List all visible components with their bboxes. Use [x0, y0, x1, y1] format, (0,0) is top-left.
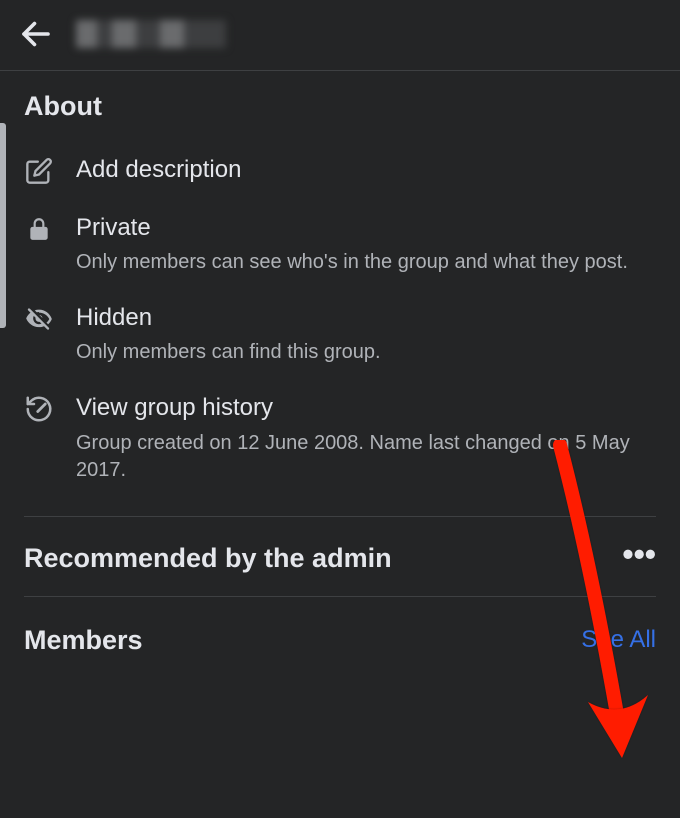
members-section: Members See All — [24, 596, 656, 678]
privacy-label: Private — [76, 212, 656, 243]
visibility-label: Hidden — [76, 302, 656, 333]
back-arrow-button[interactable] — [18, 16, 54, 52]
eye-slash-icon — [24, 304, 54, 334]
history-label: View group history — [76, 392, 656, 423]
group-title-redacted — [76, 20, 226, 48]
recommended-section: Recommended by the admin ••• — [24, 517, 656, 596]
lock-icon — [24, 214, 54, 244]
add-description-row[interactable]: Add description — [24, 142, 656, 200]
about-section-title: About — [24, 91, 656, 122]
privacy-desc: Only members can see who's in the group … — [76, 249, 656, 276]
visibility-desc: Only members can find this group. — [76, 339, 656, 366]
edit-icon — [24, 156, 54, 186]
members-title: Members — [24, 625, 143, 656]
header — [0, 0, 680, 71]
see-all-link[interactable]: See All — [581, 626, 656, 654]
privacy-row: Private Only members can see who's in th… — [24, 200, 656, 290]
back-arrow-icon — [18, 16, 54, 52]
add-description-label: Add description — [76, 154, 656, 185]
history-icon — [24, 394, 54, 424]
recommended-title: Recommended by the admin — [24, 543, 392, 574]
history-desc: Group created on 12 June 2008. Name last… — [76, 430, 656, 484]
content: About Add description Private Only membe… — [0, 71, 680, 678]
more-options-button[interactable]: ••• — [622, 550, 656, 566]
history-row[interactable]: View group history Group created on 12 J… — [24, 380, 656, 497]
visibility-row: Hidden Only members can find this group. — [24, 290, 656, 380]
scroll-indicator — [0, 123, 6, 328]
